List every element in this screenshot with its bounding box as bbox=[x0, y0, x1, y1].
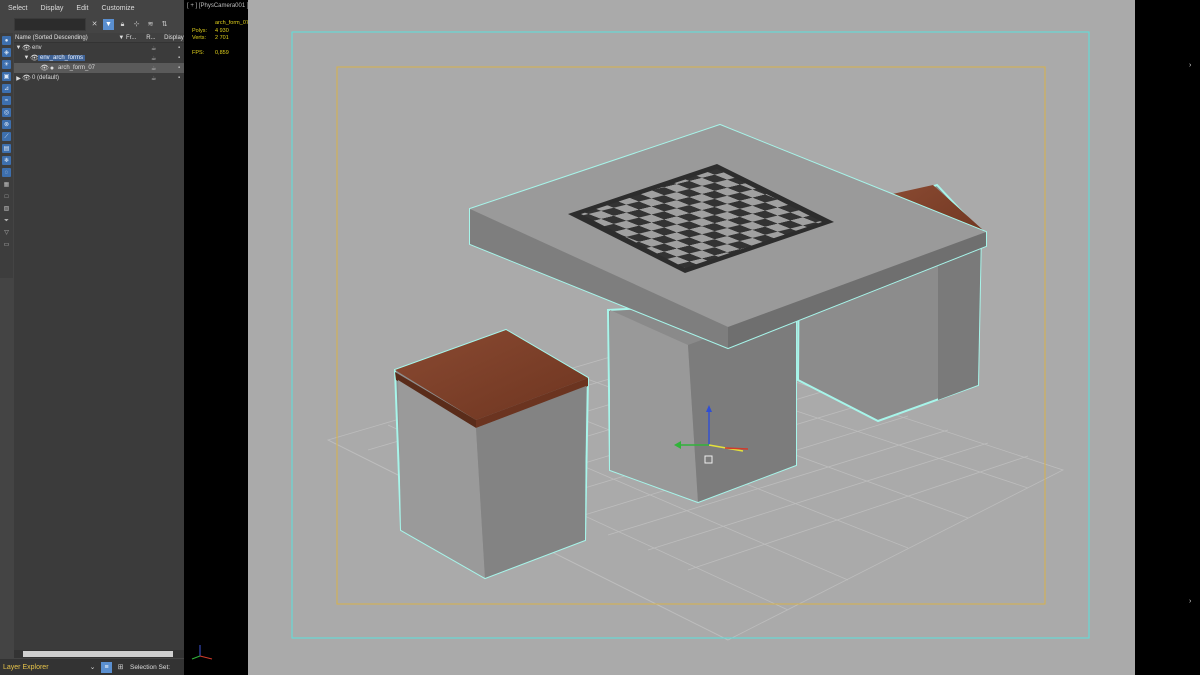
folder-icon[interactable]: ▭ bbox=[2, 240, 11, 249]
display-containers-icon[interactable]: ▤ bbox=[2, 144, 11, 153]
explorer-menu-bar: Select Display Edit Customize bbox=[0, 0, 184, 17]
menu-select[interactable]: Select bbox=[0, 5, 32, 12]
stats-fps-label: FPS: bbox=[192, 50, 205, 56]
render-toggle-icon[interactable]: ☕︎ bbox=[151, 75, 156, 82]
eye-icon[interactable]: 👁︎ bbox=[22, 44, 31, 52]
menu-display[interactable]: Display bbox=[32, 5, 68, 12]
column-name[interactable]: Name (Sorted Descending) bbox=[14, 35, 118, 41]
layer-mode-icon[interactable]: ≡ bbox=[101, 661, 112, 673]
scrollbar-thumb[interactable] bbox=[23, 651, 173, 657]
viewport-right-arrow-icon[interactable]: › bbox=[1189, 598, 1191, 605]
tree-row-env[interactable]: ▼ 👁︎ env ☕︎ ▪ bbox=[14, 43, 184, 53]
display-geometry-icon[interactable]: ● bbox=[2, 36, 11, 45]
menu-edit[interactable]: Edit bbox=[68, 5, 93, 12]
object-name: arch_form_07 bbox=[58, 65, 96, 71]
perspective-viewport[interactable]: [ + ] [PhysCamera001 ] [Standard ] [Defa… bbox=[185, 0, 1200, 675]
display-helpers-icon[interactable]: ⊿ bbox=[2, 84, 11, 93]
horizontal-scrollbar[interactable] bbox=[14, 650, 184, 658]
display-invert-icon[interactable]: ▧ bbox=[2, 204, 11, 213]
explorer-side-toolbar: ● ◈ ☀ ▣ ⊿ ≈ ◎ ⊗ ⟋ ▤ ❄ ◌ ▦ □ ▧ ⏷ ▽ ▭ bbox=[0, 33, 13, 278]
stats-polys-label: Polys: bbox=[192, 27, 207, 34]
viewport-right-arrow-icon[interactable]: › bbox=[1189, 62, 1191, 69]
scene-explorer-panel: Select Display Edit Customize ✕ ▼ 🔒︎ ⊹ ≋… bbox=[0, 0, 184, 675]
filter-small-icon[interactable]: ▽ bbox=[2, 228, 11, 237]
layers-icon[interactable]: ≋ bbox=[145, 19, 156, 30]
eye-icon[interactable]: 👁︎ bbox=[30, 54, 39, 62]
tree-header: Name (Sorted Descending) ▼ Fr... R... Di… bbox=[14, 33, 184, 43]
display-hidden-icon[interactable]: ◌ bbox=[2, 168, 11, 177]
statistics-overlay: arch_form_07 Polys: 4 930 Verts: 2 701 FPS… bbox=[192, 20, 249, 58]
selection-set-label: Selection Set: bbox=[130, 663, 171, 671]
collapse-arrow-icon[interactable]: ▶ bbox=[15, 75, 22, 82]
column-render[interactable]: R... bbox=[146, 35, 164, 41]
eye-icon[interactable]: 👁︎ bbox=[40, 64, 49, 72]
display-toggle-icon[interactable]: ▪ bbox=[178, 55, 180, 61]
render-toggle-icon[interactable]: ☕︎ bbox=[151, 55, 156, 62]
layer-name: 0 (default) bbox=[32, 75, 60, 81]
object-dot-icon: ● bbox=[49, 64, 55, 72]
stats-object-name: arch_form_07 bbox=[215, 20, 249, 26]
sort-icon[interactable]: ⇅ bbox=[159, 19, 170, 30]
search-input[interactable] bbox=[14, 18, 86, 31]
menu-customize[interactable]: Customize bbox=[93, 5, 139, 12]
display-toggle-icon[interactable]: ▪ bbox=[178, 75, 180, 81]
camera-frame bbox=[248, 0, 1135, 675]
display-xrefs-icon[interactable]: ⊗ bbox=[2, 120, 11, 129]
display-toggle-icon[interactable]: ▪ bbox=[178, 65, 180, 71]
display-spacewarps-icon[interactable]: ≈ bbox=[2, 96, 11, 105]
stats-polys-value: 4 930 bbox=[215, 27, 229, 34]
hierarchy-mode-icon[interactable]: ⊞ bbox=[115, 662, 126, 673]
render-toggle-icon[interactable]: ☕︎ bbox=[151, 45, 156, 52]
expand-arrow-icon[interactable]: ▼ bbox=[23, 55, 30, 61]
lock-icon[interactable]: 🔒︎ bbox=[117, 19, 128, 30]
stats-fps-value: 0,859 bbox=[215, 50, 229, 56]
layer-explorer-label[interactable]: Layer Explorer bbox=[3, 664, 87, 671]
eye-icon[interactable]: 👁︎ bbox=[22, 74, 31, 82]
tree-row-default[interactable]: ▶ 👁︎ 0 (default) ☕︎ ▪ bbox=[14, 73, 184, 83]
stool-front-left bbox=[393, 328, 590, 580]
display-frozen-icon[interactable]: ❄ bbox=[2, 156, 11, 165]
column-frozen[interactable]: ▼ Fr... bbox=[118, 35, 146, 41]
display-groups-icon[interactable]: ◎ bbox=[2, 108, 11, 117]
layer-tree: Name (Sorted Descending) ▼ Fr... R... Di… bbox=[14, 33, 184, 653]
display-lights-icon[interactable]: ☀ bbox=[2, 60, 11, 69]
stats-verts-label: Verts: bbox=[192, 35, 207, 41]
explorer-toolbar: ✕ ▼ 🔒︎ ⊹ ≋ ⇅ bbox=[14, 17, 184, 32]
display-none-icon[interactable]: □ bbox=[2, 192, 11, 201]
tree-row-arch-form-07[interactable]: 👁︎ ● arch_form_07 ☕︎ ▪ bbox=[14, 63, 184, 73]
layer-name: env bbox=[32, 45, 42, 51]
scene-render bbox=[291, 31, 1090, 641]
filter-icon[interactable]: ▼ bbox=[103, 19, 114, 30]
display-toggle-icon[interactable]: ▪ bbox=[178, 45, 180, 51]
expand-arrow-icon[interactable]: ▼ bbox=[15, 45, 22, 51]
explorer-bottom-bar: Layer Explorer ⌄ ≡ ⊞ Selection Set: bbox=[0, 659, 184, 675]
render-toggle-icon[interactable]: ☕︎ bbox=[151, 65, 156, 72]
funnel-icon[interactable]: ⏷ bbox=[2, 216, 11, 225]
column-display[interactable]: Display bbox=[164, 35, 184, 41]
tree-row-env-arch-forms[interactable]: ▼ 👁︎ env_arch_forms ☕︎ ▪ bbox=[14, 53, 184, 63]
layer-name: env_arch_forms bbox=[38, 55, 86, 61]
dropdown-arrow-icon[interactable]: ⌄ bbox=[87, 662, 98, 673]
close-icon[interactable]: ✕ bbox=[89, 19, 100, 30]
display-all-icon[interactable]: ▦ bbox=[2, 180, 11, 189]
display-cameras-icon[interactable]: ▣ bbox=[2, 72, 11, 81]
axis-tripod-icon bbox=[191, 645, 213, 660]
display-shapes-icon[interactable]: ◈ bbox=[2, 48, 11, 57]
stats-verts-value: 2 701 bbox=[215, 35, 229, 41]
display-bones-icon[interactable]: ⟋ bbox=[2, 132, 11, 141]
hierarchy-icon[interactable]: ⊹ bbox=[131, 19, 142, 30]
